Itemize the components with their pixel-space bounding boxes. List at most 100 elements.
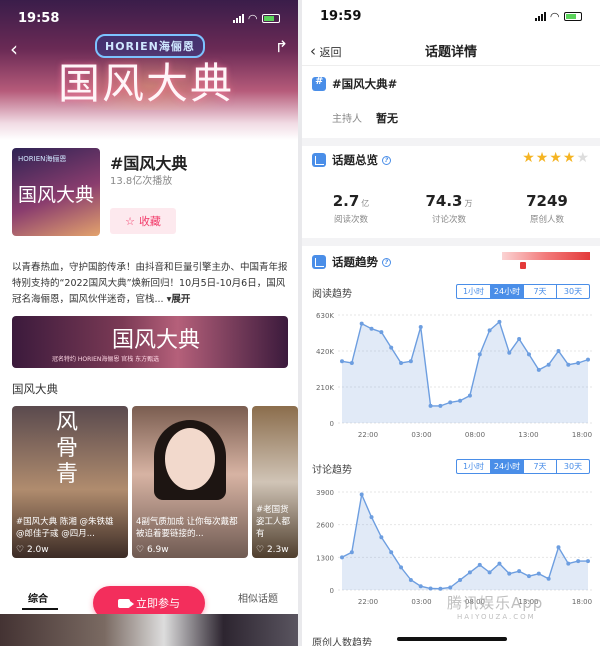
- right-screen: 19:59 ◠ ‹ 返回 话题详情 #国风大典# 主持人 暂无: [302, 0, 600, 646]
- overview-heading: 话题总览?: [312, 152, 391, 168]
- range-option[interactable]: 30天: [556, 460, 589, 473]
- discussion-trend-label: 讨论趋势: [312, 465, 352, 476]
- data-point: [399, 361, 404, 365]
- stat-unit: 万: [464, 199, 473, 208]
- data-point: [536, 367, 541, 372]
- data-point: [359, 492, 364, 497]
- x-tick-label: 18:00: [572, 598, 592, 606]
- data-point: [438, 403, 443, 408]
- data-point: [576, 559, 581, 564]
- thumb-title: 国风大典: [18, 184, 95, 206]
- range-option[interactable]: 30天: [556, 285, 589, 298]
- hashtag-icon: [312, 76, 326, 91]
- favorite-button[interactable]: ☆ 收藏: [110, 208, 176, 234]
- join-label: 立即参与: [136, 597, 180, 610]
- data-point: [438, 586, 443, 591]
- range-option-selected[interactable]: 24小时: [490, 460, 523, 473]
- stat-label: 讨论次数: [431, 215, 466, 225]
- data-point: [399, 565, 404, 570]
- watermark: 腾讯娱乐App HAIYOUZA.COM: [447, 594, 544, 621]
- banner-sponsors: 冠名特约 HORIEN海俪恩 官栈 东方甄选: [52, 356, 160, 363]
- video-person-face: [165, 428, 215, 490]
- video-strip: [0, 614, 298, 646]
- data-point: [566, 362, 571, 367]
- host-value: 暂无: [376, 112, 398, 125]
- data-point: [526, 574, 531, 579]
- video-card[interactable]: 风骨青 #国风大典 陈湘 @朱铁雄 @郎佳子彧 @四月... ♡ 2.0w: [12, 406, 128, 558]
- video-card[interactable]: 4副气质加成 让你每次戴都被追着要链接的... ♡ 6.9w: [132, 406, 248, 558]
- topic-name: #国风大典#: [332, 77, 398, 91]
- data-point: [408, 359, 413, 364]
- y-tick-label: 210K: [316, 384, 334, 392]
- range-option[interactable]: 1小时: [457, 285, 490, 298]
- status-time: 19:58: [18, 10, 60, 26]
- host-row: 主持人 暂无: [332, 110, 398, 126]
- back-icon[interactable]: ‹: [10, 37, 18, 61]
- video-caption: #老国货姿工人都有: [256, 505, 291, 539]
- range-option-selected[interactable]: 24小时: [490, 285, 523, 298]
- chart-icon: [312, 255, 326, 269]
- data-point: [369, 515, 374, 520]
- range-option[interactable]: 7天: [523, 460, 556, 473]
- status-time: 19:59: [320, 8, 362, 24]
- read-range-selector: 1小时 24小时 7天 30天: [456, 284, 590, 299]
- data-point: [379, 330, 384, 335]
- share-icon[interactable]: ↱: [275, 37, 288, 56]
- help-icon[interactable]: ?: [382, 257, 391, 267]
- help-icon[interactable]: ?: [382, 155, 391, 165]
- video-like-count: ♡ 2.3w: [256, 545, 289, 555]
- range-option[interactable]: 7天: [523, 285, 556, 298]
- event-banner[interactable]: 国风大典 冠名特约 HORIEN海俪恩 官栈 东方甄选: [12, 316, 288, 368]
- thumb-brand: HORIEN海俪恩: [18, 155, 67, 163]
- data-point: [458, 398, 463, 403]
- read-trend-chart: 0 210K 420K 630K 22:00 03:00 08:00 13:00 18:00: [316, 312, 592, 439]
- data-point: [408, 577, 413, 582]
- data-point: [556, 545, 561, 550]
- stat-unit: 亿: [361, 199, 370, 208]
- home-indicator: [397, 637, 507, 641]
- data-point: [487, 570, 492, 575]
- data-point: [389, 550, 394, 555]
- battery-icon: [262, 13, 280, 23]
- x-tick-label: 03:00: [411, 431, 431, 439]
- video-caption: 4副气质加成 让你每次戴都被追着要链接的...: [136, 517, 238, 539]
- tab-similar-topics[interactable]: 相似话题: [238, 590, 278, 605]
- y-tick-label: 2600: [316, 522, 334, 530]
- data-point: [467, 393, 472, 398]
- video-calligraphy: 风骨青: [56, 410, 79, 487]
- topic-block: #国风大典# 主持人 暂无: [302, 66, 600, 136]
- range-option[interactable]: 1小时: [457, 460, 490, 473]
- tab-underline: [22, 608, 58, 610]
- star-filled-icon: ★: [549, 150, 563, 166]
- data-point: [586, 559, 590, 564]
- trend-heading: 话题趋势?: [312, 254, 391, 270]
- data-point: [349, 361, 354, 365]
- rating-stars: ★★★★★: [522, 150, 590, 166]
- star-filled-icon: ★: [562, 150, 577, 166]
- star-filled-icon: ★: [535, 150, 550, 166]
- data-point: [379, 535, 384, 540]
- data-point: [536, 571, 541, 576]
- data-point: [477, 352, 482, 357]
- status-bar: 19:58 ◠: [0, 0, 298, 36]
- video-like-count: ♡ 6.9w: [136, 545, 169, 555]
- overview-title: 话题总览: [332, 153, 378, 167]
- data-point: [340, 359, 344, 364]
- tab-general[interactable]: 综合: [28, 590, 48, 605]
- data-point: [546, 362, 551, 367]
- stat-value: 2.7: [332, 192, 360, 210]
- topic-thumbnail: HORIEN海俪恩 国风大典: [12, 148, 100, 236]
- star-filled-icon: ★: [522, 150, 536, 166]
- video-card[interactable]: #老国货姿工人都有 ♡ 2.3w: [252, 406, 298, 558]
- creator-trend-label: 原创人数趋势: [312, 638, 372, 646]
- discussion-range-selector: 1小时 24小时 7天 30天: [456, 459, 590, 474]
- data-point: [359, 321, 364, 326]
- data-point: [517, 569, 522, 574]
- x-tick-label: 22:00: [358, 598, 378, 606]
- data-point: [477, 562, 482, 567]
- wifi-icon: ◠: [248, 11, 257, 25]
- favorite-label: 收藏: [138, 215, 161, 228]
- data-point: [448, 585, 453, 590]
- data-point: [497, 319, 502, 324]
- expand-link[interactable]: ▾展开: [167, 294, 191, 305]
